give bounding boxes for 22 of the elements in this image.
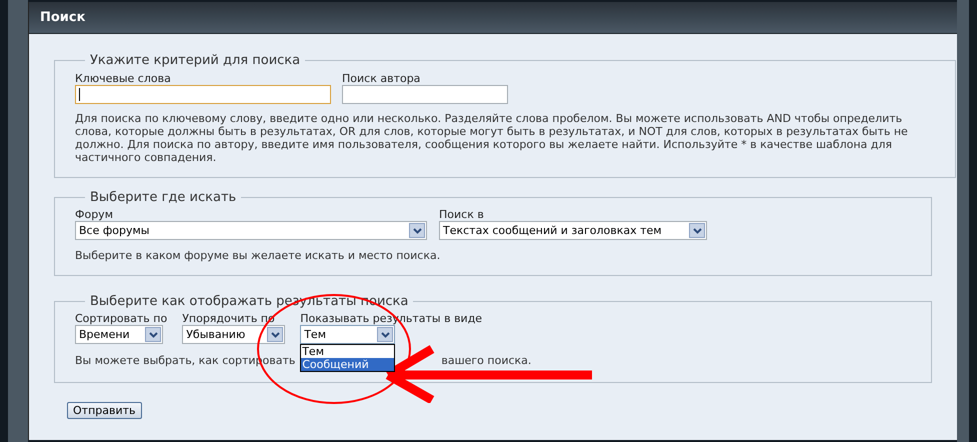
field-label: Ключевые слова xyxy=(75,72,172,84)
keywords-hint: Для поиска по ключевому слову, введите одно или несколько. Разделяйте слова пробелом. Вы можете использовать AND чтобы определить слова, которые должны быть в результатах, OR для слов, которые могут быть в результатах, и NOT для слов, которых в результатах быть не должно. Для поиска по автору, введите имя пользователя, сообщения которого вы желаете найти. Используйте * в качестве шаблона для частичного совпадения. xyxy=(75,112,909,164)
window-title: Поиск xyxy=(40,8,86,27)
order-select[interactable]: Убыванию xyxy=(182,325,286,344)
text-cursor xyxy=(79,88,80,100)
keywords-field[interactable] xyxy=(75,84,331,104)
forum-select[interactable]: Все форумы xyxy=(75,221,427,240)
search-in-select[interactable]: Текстах сообщений и заголовках тем xyxy=(439,221,707,240)
author-field[interactable] xyxy=(342,84,508,104)
field-label: Поиск в xyxy=(439,208,485,221)
dropdown-option[interactable]: Сообщений xyxy=(301,358,394,371)
where-hint: Выберите в каком форуме вы желаете искать и место поиска. xyxy=(75,248,442,264)
dropdown-option[interactable]: Тем xyxy=(301,345,394,358)
sort-select[interactable]: Времени xyxy=(75,325,163,344)
submit-button[interactable]: Отправить xyxy=(67,402,142,418)
field-label: Сортировать по xyxy=(75,312,168,325)
field-label: Поиск автора xyxy=(342,72,422,84)
section-legend: Укажите критерий для поиска xyxy=(85,51,306,70)
field-label: Форум xyxy=(75,208,114,221)
display-hint-end: вашего поиска. xyxy=(441,353,532,369)
section-legend: Выберите где искать xyxy=(85,188,242,207)
display-select[interactable]: Тем xyxy=(300,325,396,344)
